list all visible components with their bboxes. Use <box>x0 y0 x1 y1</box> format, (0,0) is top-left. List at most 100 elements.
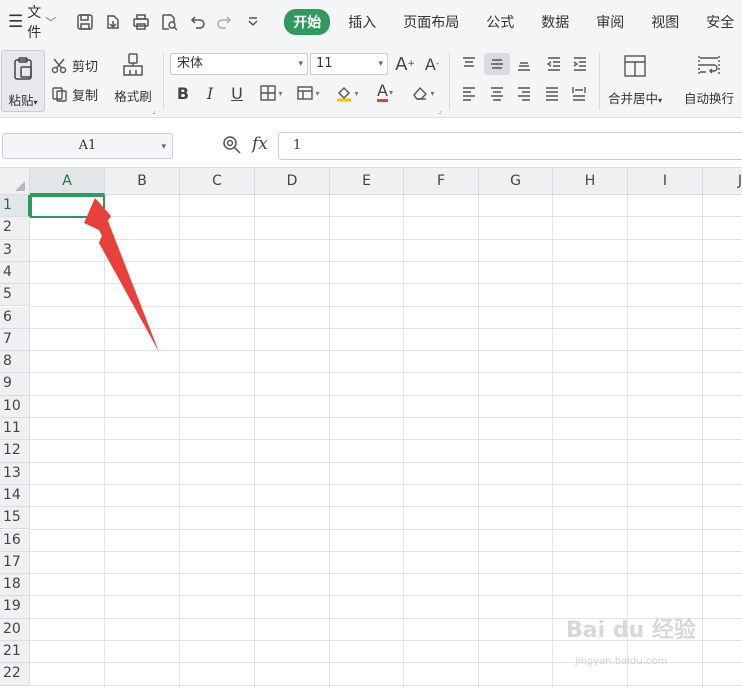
formula-value: 1 <box>293 138 302 153</box>
tab-home[interactable]: 开始 <box>284 9 331 35</box>
paste-button[interactable]: 粘贴▾ <box>1 50 45 112</box>
undo-icon[interactable] <box>186 11 208 33</box>
formula-input[interactable]: 1 <box>278 132 742 160</box>
align-top-button[interactable] <box>457 53 481 75</box>
name-box-value: A1 <box>78 138 97 153</box>
merge-cells-icon <box>624 55 646 77</box>
scissors-icon <box>51 58 67 74</box>
print-preview-icon[interactable] <box>158 11 180 33</box>
tab-security[interactable]: 安全 <box>706 12 734 32</box>
copy-icon <box>52 87 67 102</box>
font-size-select[interactable]: 11 ▾ <box>310 53 388 75</box>
font-shrink-glyph: A <box>424 54 436 74</box>
quick-access-toolbar <box>74 11 270 33</box>
tab-insert[interactable]: 插入 <box>348 12 376 32</box>
cut-button[interactable]: 剪切 <box>51 56 98 75</box>
italic-glyph: I <box>206 83 214 103</box>
font-name-select[interactable]: 宋体 ▾ <box>170 53 308 75</box>
outdent-icon <box>546 57 560 71</box>
align-right-icon <box>518 87 530 101</box>
align-left-button[interactable] <box>457 82 481 104</box>
divider <box>449 52 450 110</box>
chevron-down-icon: ▾ <box>378 59 383 69</box>
borders-button[interactable]: ▾ <box>255 83 287 103</box>
justify-button[interactable] <box>540 82 564 104</box>
align-top-icon <box>463 57 475 67</box>
dialog-launcher-icon[interactable]: ⌟ <box>438 106 442 115</box>
tab-view[interactable]: 视图 <box>651 12 679 32</box>
align-left-icon <box>463 87 475 101</box>
font-name-value: 宋体 <box>177 56 204 71</box>
distributed-icon <box>572 87 586 101</box>
watermark-logo: Bai du 经验 <box>566 618 696 643</box>
cell-format-icon <box>297 86 314 100</box>
chevron-down-icon: ﹀ <box>45 16 57 29</box>
file-menu-label: 文件 <box>27 5 42 41</box>
align-center-button[interactable] <box>485 82 509 104</box>
name-box[interactable]: A1 ▾ <box>2 133 173 159</box>
annotation-arrow <box>84 198 159 352</box>
underline-button[interactable]: U <box>228 82 246 104</box>
align-right-button[interactable] <box>512 82 536 104</box>
customize-toolbar-icon[interactable] <box>242 11 264 33</box>
copy-button[interactable]: 复制 <box>51 85 98 104</box>
format-painter-label: 格式刷 <box>114 89 152 104</box>
clear-format-button[interactable]: ▾ <box>407 83 439 103</box>
chevron-down-icon: ▾ <box>161 142 166 152</box>
increase-font-size-button[interactable]: A + <box>395 53 415 75</box>
font-color-button[interactable]: A ▾ <box>370 81 400 103</box>
formula-bar: A1 ▾ fx 1 <box>0 118 742 168</box>
export-icon[interactable] <box>102 11 124 33</box>
fill-color-button[interactable]: ▾ <box>331 83 363 103</box>
watermark-url: jingyan.baidu.com <box>575 656 668 667</box>
paint-bucket-icon <box>337 87 352 102</box>
justify-icon <box>546 87 558 101</box>
paste-icon <box>14 57 32 80</box>
merge-center-button[interactable]: 合并居中▾ <box>608 53 662 107</box>
ribbon-tabs: 开始 插入 页面布局 公式 数据 审阅 视图 安全 <box>284 9 742 35</box>
italic-button[interactable]: I <box>201 82 219 104</box>
wrap-text-button[interactable]: 自动换行 <box>684 53 734 107</box>
decrease-indent-button[interactable] <box>542 53 566 75</box>
copy-label: 复制 <box>72 89 99 104</box>
spreadsheet-grid[interactable]: ABCDEFGHIJ 1 2 3 4 5 6 7 8 9 10 11 12 13 14 15 16 17 18 19… <box>0 168 742 688</box>
bold-button[interactable]: B <box>174 82 192 104</box>
eraser-icon <box>413 86 428 100</box>
tab-page-layout[interactable]: 页面布局 <box>403 12 459 32</box>
font-grow-glyph: A <box>395 53 408 75</box>
align-bottom-icon <box>518 62 530 71</box>
insert-function-button[interactable]: fx <box>252 134 268 154</box>
align-center-icon <box>491 87 503 101</box>
distributed-align-button[interactable] <box>567 82 591 104</box>
font-color-glyph: A <box>377 80 388 102</box>
wrap-text-label: 自动换行 <box>684 91 735 106</box>
font-size-value: 11 <box>316 56 333 71</box>
tab-formulas[interactable]: 公式 <box>486 12 514 32</box>
increase-indent-button[interactable] <box>568 53 592 75</box>
hamburger-icon: ☰ <box>8 12 24 32</box>
underline-glyph: U <box>231 83 243 103</box>
decrease-font-size-button[interactable]: A- <box>422 53 442 75</box>
align-bottom-button[interactable] <box>512 53 536 75</box>
redo-icon[interactable] <box>214 11 236 33</box>
tab-data[interactable]: 数据 <box>541 12 569 32</box>
divider <box>163 52 164 110</box>
save-icon[interactable] <box>74 11 96 33</box>
tab-review[interactable]: 审阅 <box>596 12 624 32</box>
menu-bar: ☰ 文件 ﹀ 开始 插入 页面布局 公式 数据 审阅 视图 安全 <box>0 0 742 44</box>
bold-glyph: B <box>176 83 190 103</box>
paste-label: 粘贴 <box>8 93 34 108</box>
wrap-text-icon <box>698 56 720 76</box>
print-icon[interactable] <box>130 11 152 33</box>
find-function-icon[interactable] <box>222 135 242 159</box>
align-middle-button[interactable] <box>484 53 510 75</box>
borders-icon <box>260 85 277 101</box>
indent-icon <box>573 57 586 71</box>
format-painter-icon <box>123 53 143 76</box>
file-menu[interactable]: ☰ 文件 ﹀ <box>0 0 62 44</box>
cell-style-button[interactable]: ▾ <box>292 83 324 103</box>
ribbon-home: 粘贴▾ 剪切 复制 格式刷 ⌟ 宋体 ▾ 11 ▾ A + A- B I U ▾ … <box>0 44 742 118</box>
dialog-launcher-icon[interactable]: ⌟ <box>152 106 156 115</box>
format-painter-button[interactable]: 格式刷 <box>110 52 156 105</box>
merge-center-label: 合并居中 <box>608 91 659 106</box>
